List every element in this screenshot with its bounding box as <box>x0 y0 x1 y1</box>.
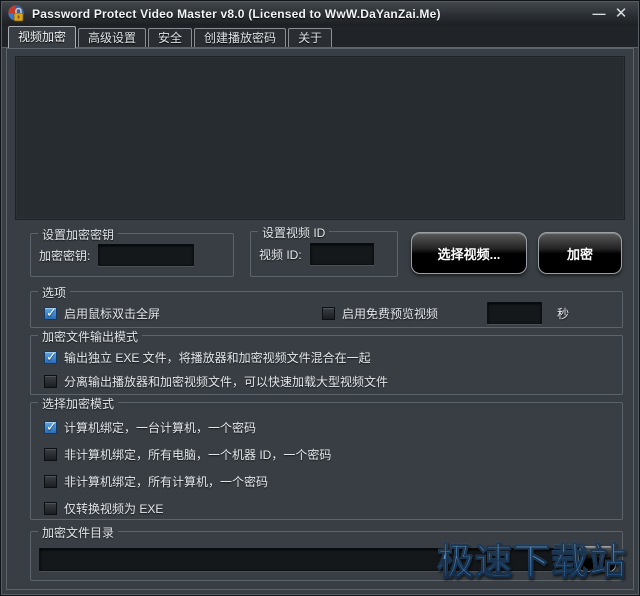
seconds-label: 秒 <box>557 306 570 321</box>
output-mode-group: 加密文件输出模式 输出独立 EXE 文件，将播放器和加密视频文件混合在一起 分离… <box>30 328 623 395</box>
encryption-key-input[interactable] <box>98 244 195 266</box>
app-lock-icon <box>8 5 26 23</box>
tab-content-panel: 设置加密密钥 加密密钥: 设置视频 ID 视频 ID: 选择视频... 加密 选… <box>6 48 634 590</box>
pc-bind-label: 计算机绑定，一台计算机，一个密码 <box>64 421 257 435</box>
group-title: 加密文件目录 <box>38 524 119 541</box>
pc-bind-checkbox[interactable] <box>44 419 57 435</box>
select-video-button[interactable]: 选择视频... <box>411 232 527 274</box>
tab-advanced-settings[interactable]: 高级设置 <box>78 28 147 47</box>
preview-seconds-input[interactable] <box>487 302 543 324</box>
separate-output-label: 分离输出播放器和加密视频文件，可以快速加载大型视频文件 <box>64 375 389 389</box>
encryption-key-label: 加密密钥: <box>39 248 91 263</box>
watermark-text: 极速下载站 <box>437 531 627 585</box>
tab-security[interactable]: 安全 <box>148 28 193 47</box>
titlebar: Password Protect Video Master v8.0 (Lice… <box>2 2 638 26</box>
tab-about[interactable]: 关于 <box>288 28 333 47</box>
single-exe-label: 输出独立 EXE 文件，将播放器和加密视频文件混合在一起 <box>64 351 371 365</box>
encrypt-button[interactable]: 加密 <box>538 232 622 274</box>
encryption-key-group: 设置加密密钥 加密密钥: <box>30 226 234 277</box>
fullscreen-doubleclick-checkbox[interactable] <box>44 305 57 321</box>
video-preview-area <box>15 56 625 220</box>
separate-output-checkbox[interactable] <box>44 375 57 388</box>
group-title: 加密文件输出模式 <box>38 328 143 345</box>
tab-video-encrypt[interactable]: 视频加密 <box>8 26 77 48</box>
group-title: 选项 <box>38 284 71 301</box>
tab-bar: 视频加密 高级设置 安全 创建播放密码 关于 <box>2 26 638 48</box>
window-title: Password Protect Video Master v8.0 (Lice… <box>32 7 441 21</box>
nonbind-one-password-label: 非计算机绑定，所有计算机，一个密码 <box>64 475 269 489</box>
group-title: 选择加密模式 <box>38 395 119 412</box>
fullscreen-doubleclick-label: 启用鼠标双击全屏 <box>64 306 161 321</box>
nonbind-machine-id-checkbox[interactable] <box>44 448 57 461</box>
free-preview-checkbox[interactable] <box>322 306 336 320</box>
convert-only-label: 仅转换视频为 EXE <box>64 502 164 516</box>
video-id-input[interactable] <box>309 243 374 265</box>
video-id-group: 设置视频 ID 视频 ID: <box>250 224 398 277</box>
encrypt-mode-group: 选择加密模式 计算机绑定，一台计算机，一个密码 非计算机绑定，所有电脑，一个机器… <box>30 395 623 520</box>
app-window: Password Protect Video Master v8.0 (Lice… <box>0 0 640 596</box>
single-exe-checkbox[interactable] <box>44 349 57 365</box>
close-button[interactable]: ✕ <box>610 3 632 25</box>
minimize-button[interactable]: — <box>588 3 610 25</box>
video-id-label: 视频 ID: <box>259 247 302 262</box>
convert-only-checkbox[interactable] <box>44 502 57 515</box>
tab-create-play-password[interactable]: 创建播放密码 <box>194 28 287 47</box>
nonbind-one-password-checkbox[interactable] <box>44 475 57 488</box>
free-preview-label: 启用免费预览视频 <box>342 306 439 321</box>
options-group: 选项 启用鼠标双击全屏 启用免费预览视频 秒 <box>30 284 623 328</box>
nonbind-machine-id-label: 非计算机绑定，所有电脑，一个机器 ID，一个密码 <box>64 448 332 462</box>
